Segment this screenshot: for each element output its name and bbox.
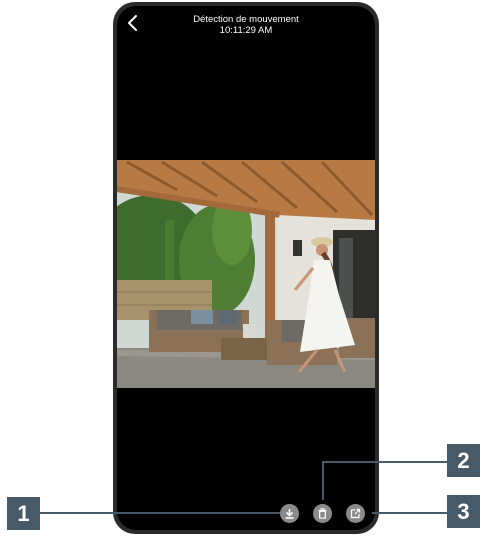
callout-line-1 [40,512,280,514]
back-button[interactable] [124,14,142,32]
event-snapshot[interactable] [117,160,375,388]
download-button[interactable] [280,504,299,523]
callout-line-2-horizontal [322,461,447,463]
event-time: 10:11:29 AM [219,25,273,36]
callout-line-2-vertical [322,461,324,500]
header: Détection de mouvement 10:11:29 AM [157,14,335,36]
callout-3: 3 [447,495,480,528]
share-icon [350,508,361,519]
download-icon [285,509,294,519]
share-button[interactable] [346,504,365,523]
phone-screen: Détection de mouvement 10:11:29 AM [117,6,375,530]
delete-button[interactable] [313,504,332,523]
page-title: Détection de mouvement [193,14,299,25]
callout-2: 2 [447,444,480,477]
phone-frame: Détection de mouvement 10:11:29 AM [113,2,379,534]
callout-1: 1 [7,497,40,530]
snapshot-image [117,160,375,388]
callout-line-3 [372,512,447,514]
trash-icon [318,508,327,519]
chevron-left-icon [128,15,137,31]
